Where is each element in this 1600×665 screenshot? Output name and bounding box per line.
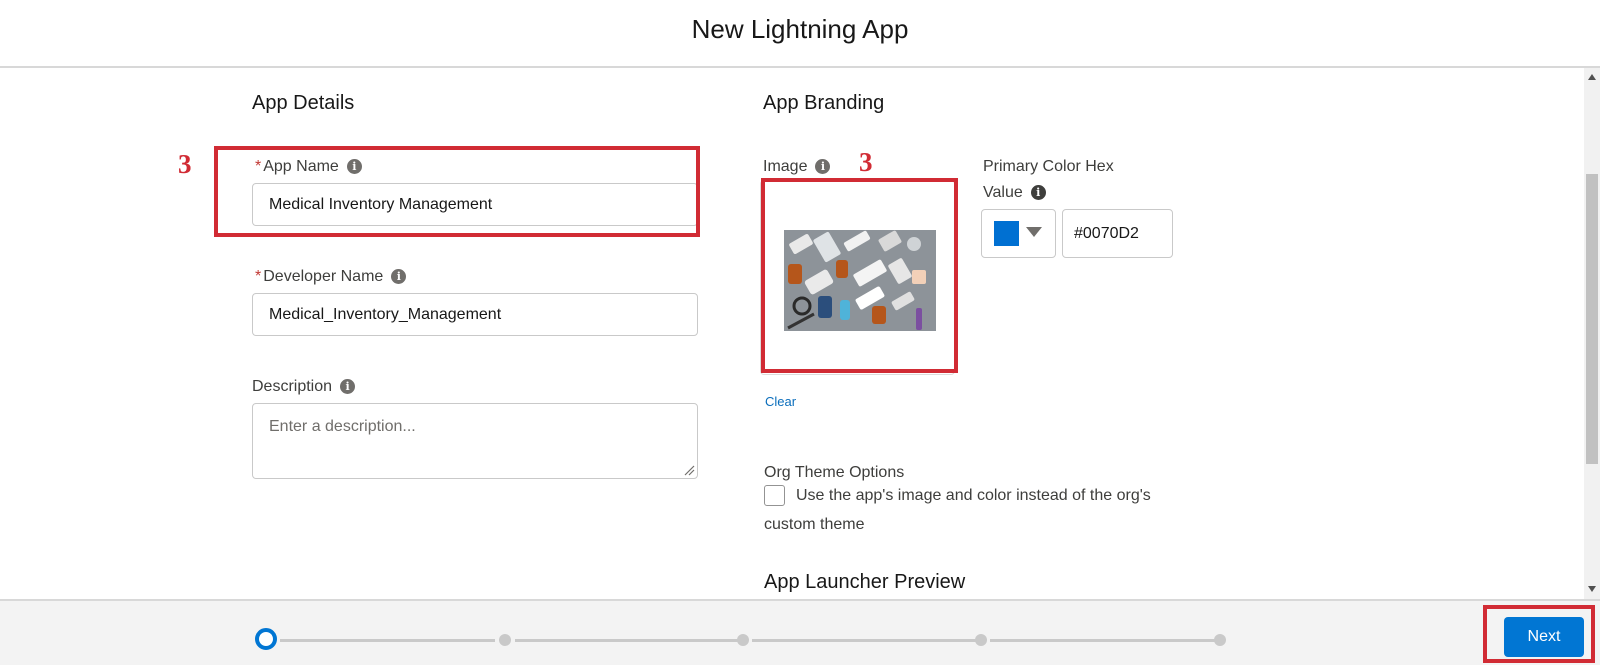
- scrollbar-thumb[interactable]: [1586, 174, 1598, 464]
- resize-handle-icon[interactable]: [683, 464, 695, 476]
- primary-color-label-line1: Primary Color Hex: [983, 158, 1114, 175]
- modal-header: New Lightning App: [0, 0, 1600, 68]
- annotation-step-number: 3: [859, 147, 873, 177]
- org-theme-checkbox-label: Use the app's image and color instead of…: [764, 487, 1151, 533]
- scroll-down-icon[interactable]: [1588, 586, 1596, 592]
- clear-image-link[interactable]: Clear: [765, 394, 796, 409]
- progress-track: [280, 639, 495, 642]
- description-label: Description i: [252, 378, 356, 396]
- progress-step[interactable]: [975, 634, 987, 646]
- progress-step-current[interactable]: [255, 628, 277, 650]
- progress-step[interactable]: [737, 634, 749, 646]
- required-mark: *: [255, 268, 262, 285]
- progress-step[interactable]: [499, 634, 511, 646]
- description-placeholder: Enter a description...: [269, 418, 416, 435]
- color-swatch: [994, 221, 1019, 246]
- developer-name-label: * Developer Name i: [255, 268, 407, 286]
- org-theme-heading: Org Theme Options: [764, 464, 905, 481]
- app-launcher-preview-heading: App Launcher Preview: [764, 571, 966, 593]
- info-icon[interactable]: i: [815, 159, 831, 174]
- chevron-down-icon: [1026, 227, 1042, 237]
- primary-color-label-line2: Value i: [983, 184, 1046, 202]
- description-textarea[interactable]: Enter a description...: [252, 403, 698, 479]
- info-icon[interactable]: i: [391, 269, 407, 284]
- primary-color-label-text: Value: [983, 184, 1023, 201]
- color-picker-button[interactable]: [981, 209, 1056, 258]
- progress-track: [990, 639, 1220, 642]
- hex-color-input[interactable]: #0070D2: [1062, 209, 1173, 258]
- vertical-scrollbar[interactable]: [1584, 68, 1600, 599]
- modal-footer: Next: [0, 599, 1600, 665]
- progress-track: [515, 639, 740, 642]
- progress-track: [752, 639, 978, 642]
- image-label: Image i: [763, 158, 831, 176]
- developer-name-input[interactable]: Medical_Inventory_Management: [252, 293, 698, 336]
- annotation-highlight-image: [761, 178, 958, 373]
- modal-body: App Details * App Name i Medical Inventory…: [0, 68, 1584, 599]
- image-label-text: Image: [763, 158, 808, 175]
- info-icon[interactable]: i: [340, 379, 356, 394]
- annotation-highlight-app-name: [214, 146, 700, 237]
- scroll-up-icon[interactable]: [1588, 74, 1596, 80]
- app-details-heading: App Details: [252, 92, 355, 114]
- developer-name-label-text: Developer Name: [263, 268, 384, 285]
- annotation-highlight-next: [1483, 605, 1595, 663]
- annotation-step-number: 3: [178, 149, 192, 179]
- page-title: New Lightning App: [691, 14, 909, 44]
- description-label-text: Description: [252, 378, 333, 395]
- app-branding-heading: App Branding: [763, 92, 885, 114]
- info-icon[interactable]: i: [1030, 185, 1046, 200]
- progress-step[interactable]: [1214, 634, 1226, 646]
